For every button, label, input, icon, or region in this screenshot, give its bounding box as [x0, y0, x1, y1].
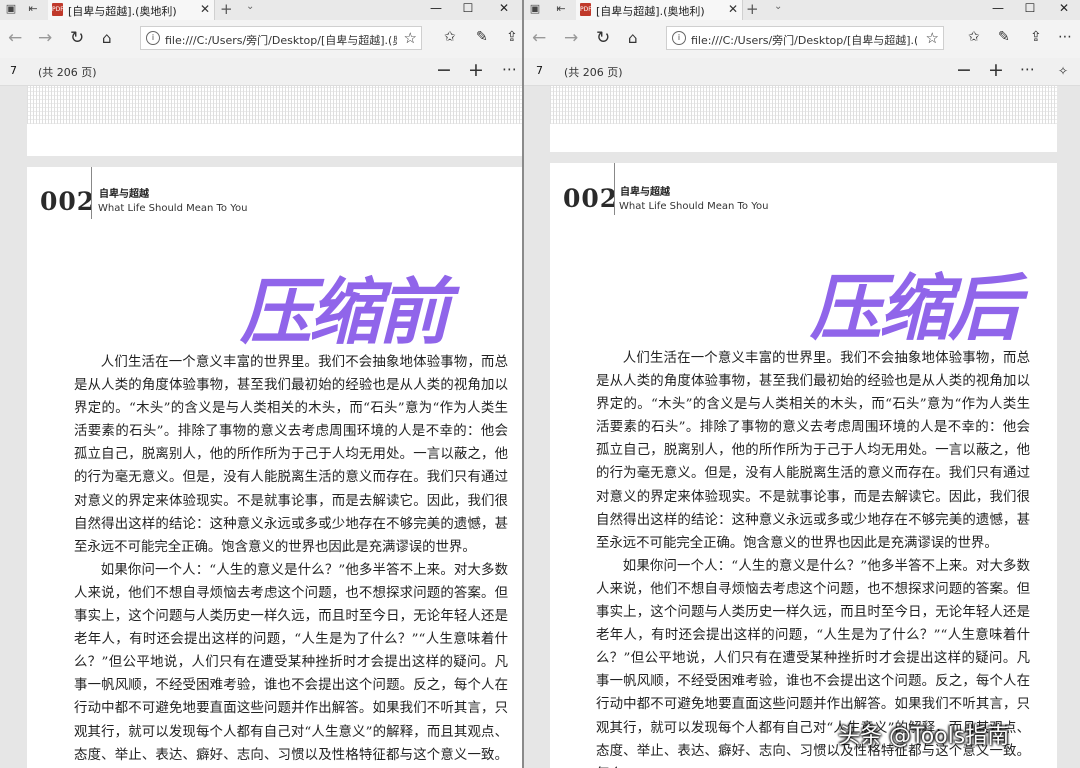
tab-title: [自卑与超越].(奥地利): [68, 5, 177, 18]
address-text: file:///C:/Users/旁门/Desktop/[自卑与超越].(奥地: [691, 34, 917, 47]
home-icon[interactable]: ⌂: [628, 29, 638, 47]
paragraph-2: 如果你问一个人：“人生的意义是什么？”他多半答不上来。对大多数人来说，他们不想自…: [74, 562, 508, 763]
page-number-input[interactable]: 7: [536, 64, 543, 77]
book-title-cn: 自卑与超越: [99, 189, 149, 200]
maximize-icon[interactable]: ☐: [458, 1, 478, 15]
zoom-out-icon[interactable]: −: [436, 59, 452, 81]
browser-window-before: ▣ ⇤ PDF [自卑与超越].(奥地利) ✕ + ⌄ — ☐ ✕ ← → ↻ …: [0, 0, 522, 768]
zoom-out-icon[interactable]: −: [956, 59, 972, 81]
label-before: 压缩前: [240, 270, 450, 354]
minimize-icon[interactable]: —: [426, 1, 446, 15]
body-text: 人们生活在一个意义丰富的世界里。我们不会抽象地体验事物，而总是从人类的角度体验事…: [596, 347, 1030, 768]
favorites-icon[interactable]: ✩: [444, 29, 456, 45]
page-number-label: 002: [563, 184, 619, 213]
info-icon: i: [672, 31, 686, 45]
navigation-bar: ← → ↻ ⌂ i file:///C:/Users/旁门/Desktop/[自…: [0, 20, 522, 58]
address-bar[interactable]: i file:///C:/Users/旁门/Desktop/[自卑与超越].(奥…: [140, 26, 422, 50]
browser-tab[interactable]: PDF [自卑与超越].(奥地利) ✕: [48, 0, 215, 20]
share-icon[interactable]: ⇪: [506, 29, 518, 45]
title-bar: ▣ ⇤ PDF [自卑与超越].(奥地利) ✕ + ⌄ — ☐ ✕: [524, 0, 1080, 20]
new-tab-icon[interactable]: +: [746, 0, 759, 18]
address-text: file:///C:/Users/旁门/Desktop/[自卑与超越].(奥地: [165, 34, 397, 47]
close-window-icon[interactable]: ✕: [1054, 1, 1074, 15]
forward-arrow-icon[interactable]: →: [564, 28, 578, 48]
previous-page: [550, 86, 1057, 152]
body-text: 人们生活在一个意义丰富的世界里。我们不会抽象地体验事物，而总是从人类的角度体验事…: [74, 351, 508, 768]
chevron-down-icon[interactable]: ⌄: [246, 1, 254, 12]
more-icon[interactable]: ⋯: [1020, 60, 1035, 78]
set-aside-tabs-icon[interactable]: ⇤: [554, 2, 568, 16]
pin-icon[interactable]: ✧: [1058, 64, 1068, 78]
paragraph-1: 人们生活在一个意义丰富的世界里。我们不会抽象地体验事物，而总是从人类的角度体验事…: [596, 351, 1030, 551]
pdf-page: 002 自卑与超越 What Life Should Mean To You 压…: [27, 167, 522, 768]
pen-icon[interactable]: ✎: [476, 29, 488, 45]
more-icon[interactable]: ⋯: [502, 60, 517, 78]
title-bar: ▣ ⇤ PDF [自卑与超越].(奥地利) ✕ + ⌄ — ☐ ✕: [0, 0, 522, 20]
close-tab-icon[interactable]: ✕: [200, 2, 210, 16]
home-icon[interactable]: ⌂: [102, 29, 112, 47]
watermark: 头条 @Tools指南: [838, 724, 1010, 749]
page-total: (共 206 页): [564, 66, 623, 79]
back-arrow-icon[interactable]: ←: [532, 28, 546, 48]
share-icon[interactable]: ⇪: [1030, 29, 1042, 45]
tab-preview-icon[interactable]: ▣: [528, 2, 542, 16]
pdf-file-icon: PDF: [52, 3, 64, 16]
previous-page: [27, 86, 522, 156]
pdf-toolbar: 7 (共 206 页) − + ⋯: [0, 58, 522, 86]
back-arrow-icon[interactable]: ←: [8, 28, 22, 48]
refresh-icon[interactable]: ↻: [596, 28, 610, 48]
minimize-icon[interactable]: —: [988, 1, 1008, 15]
pdf-page: 002 自卑与超越 What Life Should Mean To You 压…: [550, 163, 1057, 768]
pdf-toolbar: 7 (共 206 页) − + ⋯ ✧: [524, 58, 1080, 86]
page-number-label: 002: [40, 187, 96, 216]
zoom-in-icon[interactable]: +: [468, 59, 484, 81]
book-title-en: What Life Should Mean To You: [619, 201, 769, 212]
close-window-icon[interactable]: ✕: [494, 1, 514, 15]
paragraph-1: 人们生活在一个意义丰富的世界里。我们不会抽象地体验事物，而总是从人类的角度体验事…: [74, 355, 508, 555]
header-divider: [91, 167, 92, 219]
forward-arrow-icon[interactable]: →: [38, 28, 52, 48]
favorites-icon[interactable]: ✩: [968, 29, 980, 45]
browser-window-after: ▣ ⇤ PDF [自卑与超越].(奥地利) ✕ + ⌄ — ☐ ✕ ← → ↻ …: [524, 0, 1080, 768]
close-tab-icon[interactable]: ✕: [728, 2, 738, 16]
tab-preview-icon[interactable]: ▣: [4, 2, 18, 16]
maximize-icon[interactable]: ☐: [1020, 1, 1040, 15]
refresh-icon[interactable]: ↻: [70, 28, 84, 48]
page-scan-noise: [550, 86, 1057, 124]
more-icon[interactable]: ⋯: [1058, 29, 1072, 45]
browser-tab[interactable]: PDF [自卑与超越].(奥地利) ✕: [576, 0, 743, 20]
page-scan-noise: [27, 86, 522, 124]
navigation-bar: ← → ↻ ⌂ i file:///C:/Users/旁门/Desktop/[自…: [524, 20, 1080, 58]
zoom-in-icon[interactable]: +: [988, 59, 1004, 81]
book-title-en: What Life Should Mean To You: [98, 203, 248, 214]
new-tab-icon[interactable]: +: [220, 0, 233, 18]
address-bar[interactable]: i file:///C:/Users/旁门/Desktop/[自卑与超越].(奥…: [666, 26, 944, 50]
header-divider: [614, 163, 615, 215]
star-icon[interactable]: ☆: [404, 29, 417, 47]
page-total: (共 206 页): [38, 66, 97, 79]
pdf-file-icon: PDF: [580, 3, 592, 16]
star-icon[interactable]: ☆: [926, 29, 939, 47]
set-aside-tabs-icon[interactable]: ⇤: [26, 2, 40, 16]
chevron-down-icon[interactable]: ⌄: [774, 1, 782, 12]
info-icon: i: [146, 31, 160, 45]
label-after: 压缩后: [810, 266, 1020, 350]
pen-icon[interactable]: ✎: [998, 29, 1010, 45]
book-title-cn: 自卑与超越: [620, 187, 670, 198]
tab-title: [自卑与超越].(奥地利): [596, 5, 705, 18]
page-number-input[interactable]: 7: [10, 64, 17, 77]
